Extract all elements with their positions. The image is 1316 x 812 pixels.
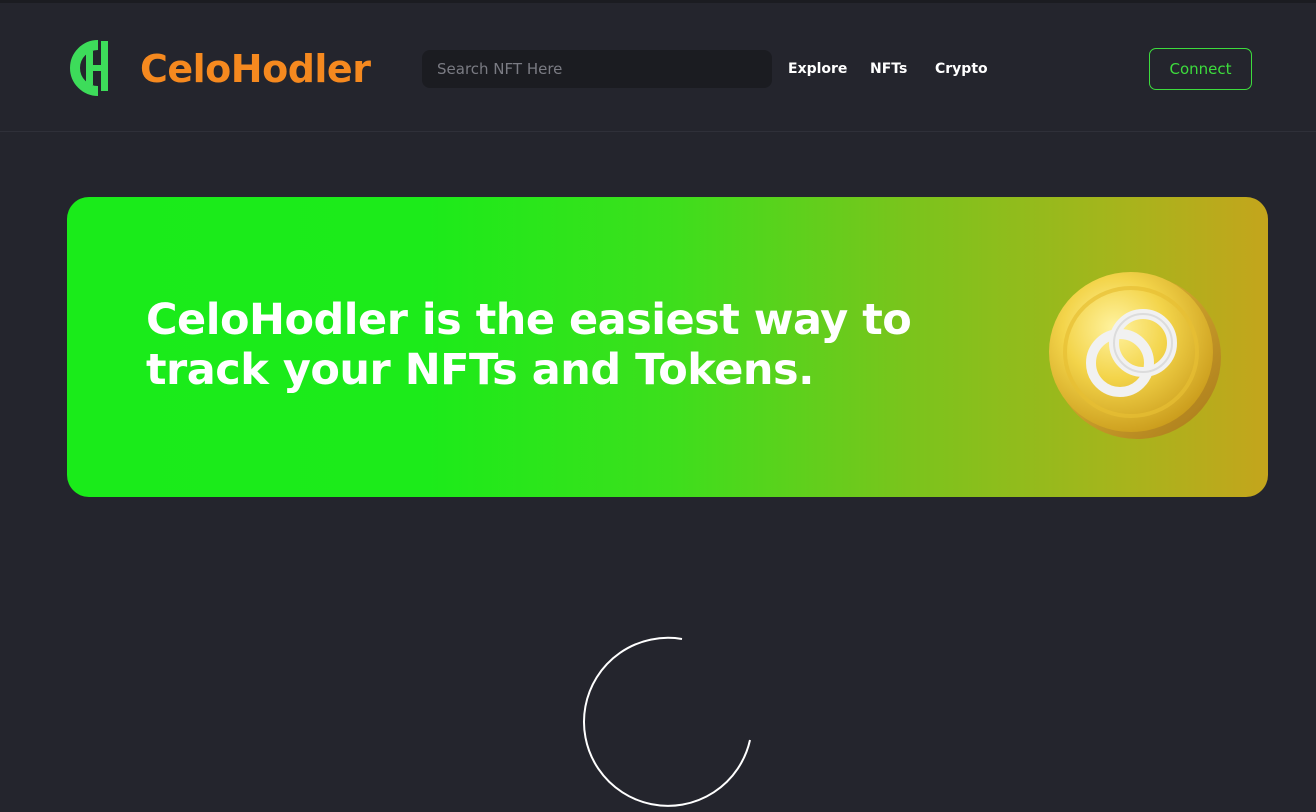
celo-coin-icon xyxy=(1049,272,1221,439)
connect-wallet-button[interactable]: Connect xyxy=(1149,48,1252,90)
top-navbar: CeloHodler Explore NFTs Crypto Connect xyxy=(0,3,1316,132)
brand-name[interactable]: CeloHodler xyxy=(140,43,371,95)
nav-crypto[interactable]: Crypto xyxy=(935,59,988,79)
hero-title: CeloHodler is the easiest way to track y… xyxy=(146,295,912,395)
loading-spinner-icon xyxy=(583,636,751,807)
celohodler-logo-icon[interactable] xyxy=(66,39,116,97)
nav-nfts[interactable]: NFTs xyxy=(870,59,907,79)
hero-banner: CeloHodler is the easiest way to track y… xyxy=(67,197,1268,497)
search-input[interactable] xyxy=(422,50,772,88)
nav-explore[interactable]: Explore xyxy=(788,59,847,79)
